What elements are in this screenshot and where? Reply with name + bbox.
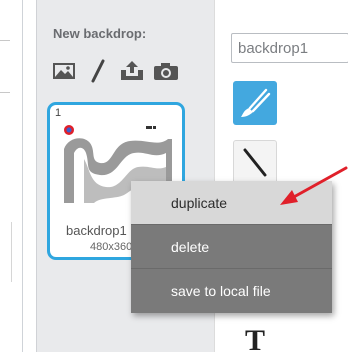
new-backdrop-tools [51, 58, 179, 84]
menu-item-delete[interactable]: delete [131, 225, 332, 269]
new-backdrop-label: New backdrop: [53, 26, 147, 41]
upload-icon [121, 61, 143, 80]
backdrop-index: 1 [55, 107, 62, 119]
menu-item-save-to-local-file[interactable]: save to local file [131, 269, 332, 313]
left-edge-panel [0, 0, 30, 352]
left-tick [0, 40, 10, 41]
text-tool-button[interactable]: T [233, 318, 277, 352]
line-icon [243, 148, 267, 177]
left-stub [0, 222, 12, 282]
choose-backdrop-from-library-button[interactable] [51, 59, 77, 83]
paintbrush-pencil-icon [91, 59, 105, 83]
backdrop-name-field[interactable] [231, 33, 348, 63]
menu-item-duplicate[interactable]: duplicate [131, 181, 332, 225]
new-backdrop-from-camera-button[interactable] [153, 59, 179, 83]
backdrop-size: 480x360 [90, 241, 133, 253]
landscape-image-icon [53, 63, 75, 79]
camera-icon [154, 63, 178, 80]
backdrop-context-menu: duplicate delete save to local file [131, 181, 332, 313]
backdrop-name: backdrop1 [66, 223, 127, 238]
left-divider [22, 0, 23, 352]
brush-tool-button[interactable] [233, 81, 277, 125]
paint-new-backdrop-button[interactable] [85, 59, 111, 83]
brush-icon [241, 88, 271, 117]
upload-backdrop-button[interactable] [119, 59, 145, 83]
left-tick [0, 92, 10, 93]
line-tool-button[interactable] [233, 140, 277, 184]
text-icon: T [244, 324, 265, 352]
